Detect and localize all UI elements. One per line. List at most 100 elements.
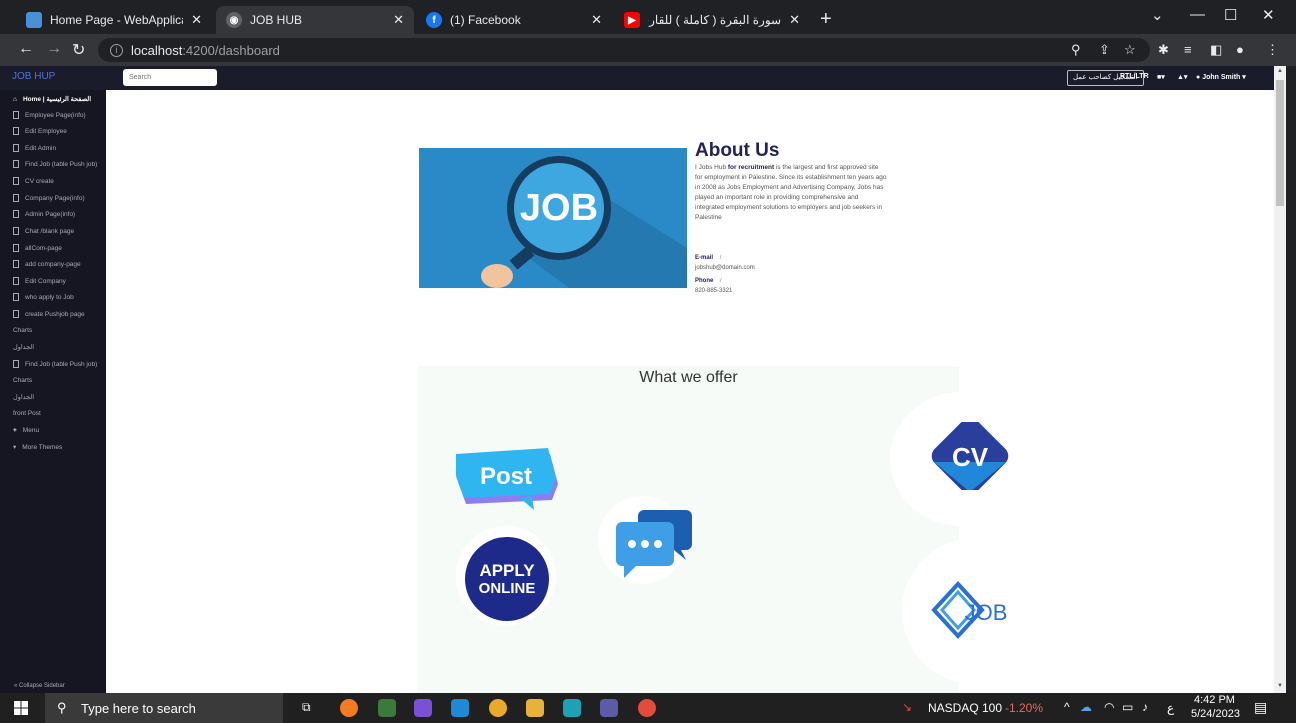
- sidebar-item-edit-employee[interactable]: Edit Employee: [0, 123, 106, 139]
- wifi-icon[interactable]: ◠: [1104, 700, 1114, 714]
- task-view-icon[interactable]: ⧉: [302, 700, 311, 715]
- clock-date[interactable]: 5/24/2023: [1191, 708, 1240, 720]
- rtl-ltr-toggle[interactable]: RTL/LTR: [1120, 73, 1149, 80]
- tab-home-page[interactable]: Home Page - WebApplication3 ✕: [16, 6, 212, 34]
- about-text-highlight: for recruitment: [727, 164, 775, 171]
- document-icon: [13, 360, 19, 368]
- tab-youtube[interactable]: ▶ سورة البقرة ( كاملة ) للقارئ اسلام . ✕: [614, 6, 810, 34]
- profile-icon[interactable]: ●: [1236, 42, 1244, 57]
- app-topnav: JOB HUP التسجيل كصاحب عمل RTL/LTR ■▾ ▲▾ …: [0, 66, 1286, 90]
- side-panel-icon[interactable]: ◧: [1210, 42, 1222, 58]
- reload-icon[interactable]: ↻: [72, 40, 85, 60]
- extensions-icon[interactable]: ✱: [1158, 42, 1169, 58]
- sidebar-item-find-job[interactable]: Find Job (table Push job): [0, 156, 106, 172]
- file-explorer-icon[interactable]: [526, 699, 544, 717]
- bell-icon[interactable]: ▲▾: [1177, 73, 1187, 81]
- reading-list-icon[interactable]: ≡: [1184, 42, 1192, 57]
- visual-studio-icon[interactable]: [414, 699, 432, 717]
- sidebar-item-allcom[interactable]: allCom-page: [0, 240, 106, 256]
- messages-icon[interactable]: ■▾: [1157, 73, 1165, 81]
- taskbar-search-placeholder: Type here to search: [81, 700, 196, 716]
- sidebar-item-edit-company[interactable]: Edit Company: [0, 273, 106, 289]
- sidebar-item-company-page[interactable]: Company Page(info): [0, 190, 106, 206]
- tray-chevron-icon[interactable]: ^: [1064, 700, 1070, 714]
- document-icon: [13, 227, 19, 235]
- language-indicator[interactable]: ع: [1167, 701, 1174, 715]
- phone-label-text: Phone: [695, 278, 714, 284]
- brave-browser-icon[interactable]: [340, 699, 358, 717]
- close-icon[interactable]: ✕: [393, 12, 404, 28]
- sidebar-item-add-company[interactable]: add company-page: [0, 256, 106, 272]
- battery-icon[interactable]: ▭: [1122, 700, 1133, 714]
- sidebar-item-label: Edit Company: [25, 277, 66, 285]
- maximize-icon[interactable]: ☐: [1224, 6, 1237, 24]
- search-input[interactable]: [123, 69, 217, 86]
- windows-start-icon[interactable]: [14, 701, 28, 715]
- sidebar-item-chat[interactable]: Chat /blank page: [0, 223, 106, 239]
- collapse-sidebar-button[interactable]: « Collapse Sidebar: [0, 683, 106, 689]
- sidebar-item-home[interactable]: ⌂ Home | الصفحة الرئيسية: [0, 91, 106, 107]
- chrome-menu-icon[interactable]: ⋮: [1266, 42, 1279, 58]
- sidebar-item-tables-2[interactable]: الجداول: [0, 389, 106, 405]
- stock-change: -1.20%: [1005, 701, 1044, 715]
- sidebar-item-label: CV create: [25, 177, 54, 185]
- sidebar-item-find-job-2[interactable]: Find Job (table Push job): [0, 356, 106, 372]
- sidebar-item-label: Edit Admin: [25, 144, 57, 152]
- close-icon[interactable]: ✕: [191, 12, 202, 28]
- photo-app-icon[interactable]: [378, 699, 396, 717]
- site-info-icon[interactable]: i: [110, 43, 123, 57]
- sidebar-item-tables[interactable]: الجداول: [0, 339, 106, 355]
- sidebar-item-charts-2[interactable]: Charts: [0, 372, 106, 388]
- phone-value: 820-885-3321: [695, 288, 733, 294]
- sidebar-item-cv-create[interactable]: CV create: [0, 173, 106, 189]
- taskbar-search-input[interactable]: ⚲ Type here to search: [45, 693, 283, 723]
- volume-icon[interactable]: ♪: [1142, 700, 1148, 714]
- globe-icon: ◉: [226, 12, 242, 28]
- sidebar-item-label: add company-page: [25, 260, 81, 268]
- page-scrollbar[interactable]: ▲ ▼: [1274, 66, 1286, 693]
- stock-name[interactable]: NASDAQ 100: [928, 701, 1002, 715]
- collapse-label: Collapse Sidebar: [19, 683, 65, 689]
- user-menu[interactable]: ● John Smith ▾: [1196, 73, 1246, 81]
- minimize-icon[interactable]: —: [1190, 6, 1205, 23]
- bookmark-star-icon[interactable]: ☆: [1124, 42, 1136, 58]
- tab-job-hub[interactable]: ◉ JOB HUB ✕: [216, 6, 414, 34]
- sidebar-item-create-pushjob[interactable]: create Pushjob page: [0, 306, 106, 322]
- search-icon: ⚲: [57, 700, 67, 715]
- new-tab-icon[interactable]: +: [820, 8, 832, 31]
- share-icon[interactable]: ⇪: [1099, 42, 1110, 58]
- email-label: E-mail /: [695, 255, 721, 261]
- forward-icon[interactable]: →: [46, 40, 62, 58]
- sidebar-item-charts[interactable]: Charts: [0, 322, 106, 338]
- sidebar-item-label: Admin Page(info): [25, 210, 76, 218]
- scroll-up-icon[interactable]: ▲: [1277, 68, 1283, 74]
- zoom-icon[interactable]: ⚲: [1071, 42, 1081, 58]
- tab-facebook[interactable]: f (1) Facebook ✕: [416, 6, 612, 34]
- terminal-icon[interactable]: [600, 699, 618, 717]
- clock-time[interactable]: 4:42 PM: [1194, 694, 1235, 706]
- close-icon[interactable]: ✕: [591, 12, 602, 28]
- address-input[interactable]: i localhost:4200/dashboard: [98, 38, 1150, 62]
- notification-icon[interactable]: ▤: [1254, 699, 1267, 716]
- sidebar-item-who-apply[interactable]: who apply to Job: [0, 289, 106, 305]
- brand-logo[interactable]: JOB HUP: [12, 71, 55, 82]
- close-icon[interactable]: ✕: [789, 12, 800, 28]
- scroll-down-icon[interactable]: ▼: [1277, 683, 1283, 689]
- sidebar-item-employee-page[interactable]: Employee Page(info): [0, 107, 106, 123]
- sidebar-item-front-post[interactable]: front Post: [0, 405, 106, 421]
- browser-tabstrip: Home Page - WebApplication3 ✕ ◉ JOB HUB …: [0, 0, 1296, 34]
- onedrive-icon[interactable]: ☁: [1080, 700, 1092, 714]
- chrome-profile-icon[interactable]: [563, 699, 581, 717]
- sidebar-item-menu[interactable]: + Menu: [0, 422, 106, 438]
- about-text-part: I Jobs Hub: [695, 164, 728, 171]
- tab-search-icon[interactable]: ⌄: [1151, 6, 1164, 24]
- window-close-icon[interactable]: ✕: [1262, 6, 1275, 24]
- scrollbar-thumb[interactable]: [1276, 80, 1284, 206]
- chrome-icon[interactable]: [489, 699, 507, 717]
- sidebar-item-more-themes[interactable]: ▾ More Themes: [0, 439, 106, 455]
- chrome-canary-icon[interactable]: [638, 699, 656, 717]
- back-icon[interactable]: ←: [18, 40, 34, 58]
- sidebar-item-edit-admin[interactable]: Edit Admin: [0, 140, 106, 156]
- vscode-icon[interactable]: [451, 699, 469, 717]
- sidebar-item-admin-page[interactable]: Admin Page(info): [0, 206, 106, 222]
